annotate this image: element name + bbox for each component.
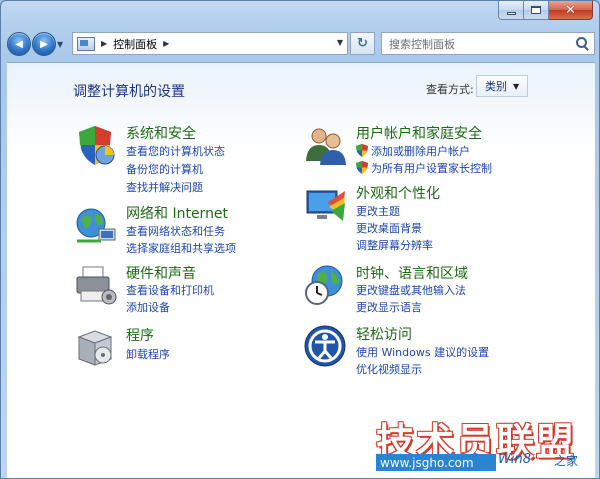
network-globe-icon[interactable] (73, 203, 117, 247)
close-button[interactable]: ✕ (549, 1, 593, 20)
link-parental-controls[interactable]: 为所有用户设置家长控制 (371, 160, 492, 176)
link-devices-printers[interactable]: 查看设备和打印机 (126, 282, 214, 298)
shield-icon[interactable] (73, 123, 117, 167)
forward-button[interactable]: ▶ (32, 32, 56, 56)
appearance-monitor-icon[interactable] (303, 183, 347, 227)
navigation-bar: ◀ ▶ ▼ ▶ 控制面板 ▶ ▼ ↻ 搜索控制面板 (7, 31, 595, 57)
category-title[interactable]: 网络和 Internet (126, 203, 228, 223)
maximize-icon (531, 6, 541, 14)
category-title[interactable]: 轻松访问 (356, 324, 412, 344)
link-add-remove-accounts[interactable]: 添加或删除用户帐户 (371, 143, 470, 159)
search-input[interactable]: 搜索控制面板 (381, 32, 595, 55)
link-backup-computer[interactable]: 备份您的计算机 (126, 161, 203, 177)
refresh-button[interactable]: ↻ (350, 32, 375, 55)
link-windows-recommended-settings[interactable]: 使用 Windows 建议的设置 (356, 344, 489, 360)
category-title[interactable]: 程序 (126, 325, 154, 345)
category-title[interactable]: 系统和安全 (126, 123, 196, 143)
link-change-input-method[interactable]: 更改键盘或其他输入法 (356, 282, 466, 298)
category-title[interactable]: 外观和个性化 (356, 183, 440, 203)
link-change-display-language[interactable]: 更改显示语言 (356, 299, 422, 315)
search-placeholder: 搜索控制面板 (389, 37, 455, 51)
programs-box-icon[interactable] (73, 325, 117, 369)
link-view-computer-status[interactable]: 查看您的计算机状态 (126, 143, 225, 159)
link-screen-resolution[interactable]: 调整屏幕分辨率 (356, 237, 433, 253)
link-troubleshoot[interactable]: 查找并解决问题 (126, 179, 203, 195)
chevron-right-icon[interactable]: ▶ (163, 39, 169, 48)
watermark-win-text: Win8 (498, 452, 531, 467)
chevron-down-icon: ▼ (513, 81, 520, 91)
printer-icon[interactable] (73, 263, 117, 307)
breadcrumb-control-panel[interactable]: 控制面板 (113, 36, 157, 52)
view-by-dropdown[interactable]: 类别 ▼ (476, 75, 528, 97)
category-title[interactable]: 时钟、语言和区域 (356, 263, 468, 283)
chevron-right-icon[interactable]: ▶ (101, 39, 107, 48)
maximize-button[interactable] (524, 1, 549, 20)
link-uninstall-program[interactable]: 卸载程序 (126, 346, 170, 362)
control-panel-small-icon (77, 36, 95, 51)
category-title[interactable]: 用户帐户和家庭安全 (356, 123, 482, 143)
watermark: 技术员联盟 www.jsgho.com Win8 之家 (368, 396, 599, 478)
clock-globe-icon[interactable] (303, 263, 347, 307)
refresh-icon: ↻ (357, 36, 368, 51)
category-title[interactable]: 硬件和声音 (126, 263, 196, 283)
caption-buttons: ✕ (498, 1, 593, 20)
uac-shield-icon (356, 144, 368, 157)
forward-arrow-icon: ▶ (40, 38, 48, 50)
address-bar[interactable]: ▶ 控制面板 ▶ ▼ (72, 32, 348, 55)
control-panel-window: ✕ ◀ ▶ ▼ ▶ 控制面板 ▶ ▼ ↻ 搜索控制面板 调整计算机的设置 查看方… (0, 0, 600, 479)
back-button[interactable]: ◀ (7, 32, 31, 56)
search-icon[interactable] (573, 35, 591, 53)
link-homegroup-sharing[interactable]: 选择家庭组和共享选项 (126, 240, 236, 256)
link-change-background[interactable]: 更改桌面背景 (356, 220, 422, 236)
minimize-button[interactable] (498, 1, 524, 20)
link-change-theme[interactable]: 更改主题 (356, 203, 400, 219)
view-by-value: 类别 (485, 80, 507, 93)
view-by-label: 查看方式: (426, 83, 474, 96)
ease-of-access-icon[interactable] (303, 324, 347, 368)
watermark-home-text: 之家 (554, 454, 579, 468)
link-optimize-visual-display[interactable]: 优化视频显示 (356, 361, 422, 377)
watermark-site: www.jsgho.com (376, 454, 496, 471)
link-add-device[interactable]: 添加设备 (126, 299, 170, 315)
link-network-status[interactable]: 查看网络状态和任务 (126, 223, 225, 239)
recent-pages-dropdown[interactable]: ▼ (57, 40, 67, 49)
page-title: 调整计算机的设置 (73, 84, 185, 100)
back-arrow-icon: ◀ (15, 38, 23, 50)
close-icon: ✕ (565, 2, 576, 18)
uac-shield-icon (356, 161, 368, 174)
users-icon[interactable] (303, 123, 347, 167)
address-dropdown-icon[interactable]: ▼ (337, 38, 343, 47)
minimize-icon (506, 11, 516, 15)
